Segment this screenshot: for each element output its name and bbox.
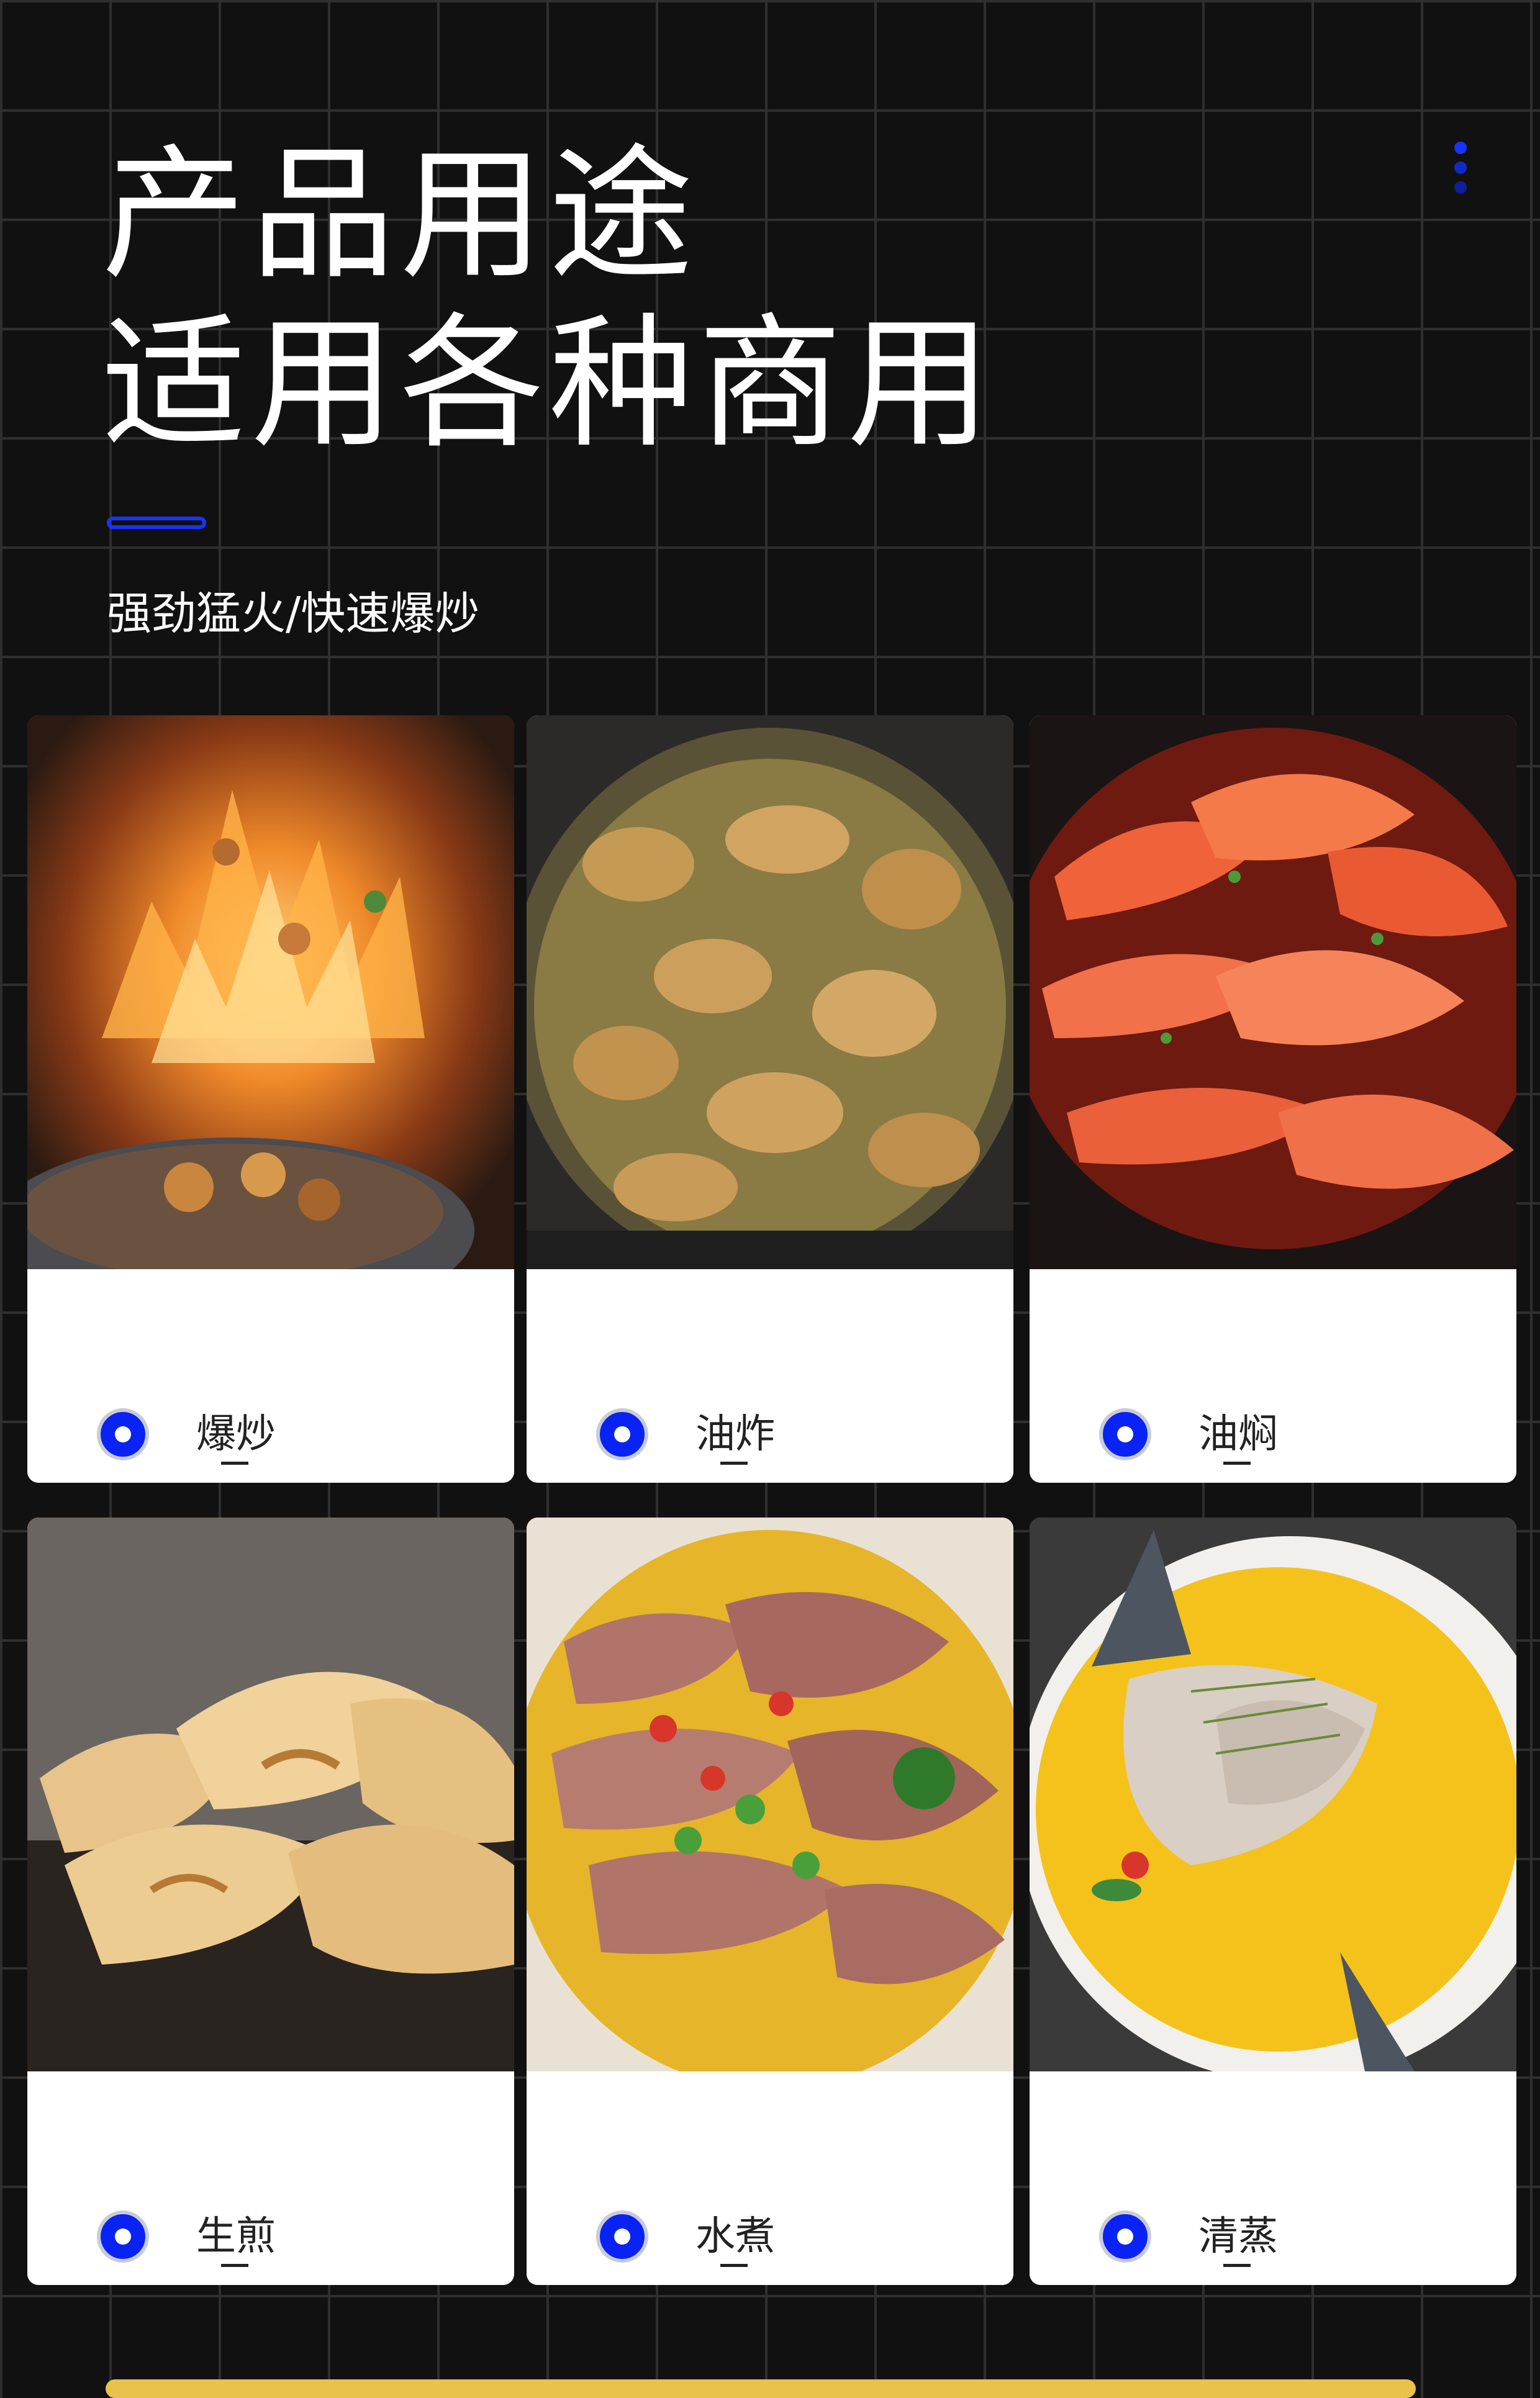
label-underline bbox=[720, 1462, 748, 1465]
boiled-meat-photo bbox=[527, 1518, 1013, 2071]
braised-shrimp-photo bbox=[1030, 715, 1516, 1269]
radio-selected-icon[interactable] bbox=[97, 2210, 149, 2263]
page-title: 产品用途 适用各种商用 bbox=[102, 130, 996, 468]
dumplings-photo bbox=[27, 1518, 514, 2071]
label-underline bbox=[1223, 2264, 1251, 2267]
label-underline bbox=[720, 2264, 748, 2267]
stir-fry-photo bbox=[27, 715, 514, 1269]
card-label-area: 油炸 bbox=[527, 1269, 1013, 1483]
bottom-highlight-bar bbox=[106, 2379, 1416, 2398]
label-underline bbox=[221, 2264, 248, 2267]
page-subtitle: 强劲猛火/快速爆炒 bbox=[107, 587, 480, 640]
accent-divider bbox=[107, 517, 206, 529]
card-label: 水煮 bbox=[695, 2214, 775, 2260]
vertical-dots-icon bbox=[1452, 142, 1469, 204]
usage-card-steam[interactable]: 清蒸 bbox=[1030, 1518, 1516, 2285]
steamed-fish-photo bbox=[1030, 1518, 1516, 2071]
card-label-area: 油焖 bbox=[1030, 1269, 1516, 1483]
radio-selected-icon[interactable] bbox=[596, 1408, 648, 1460]
usage-card-braise[interactable]: 油焖 bbox=[1030, 715, 1516, 1483]
card-label: 生煎 bbox=[196, 2214, 276, 2260]
card-label-area: 水煮 bbox=[527, 2071, 1013, 2285]
card-label: 油炸 bbox=[695, 1411, 775, 1457]
radio-selected-icon[interactable] bbox=[97, 1408, 149, 1460]
card-label: 清蒸 bbox=[1198, 2214, 1278, 2260]
card-label-area: 清蒸 bbox=[1030, 2071, 1516, 2285]
usage-card-deep-fry[interactable]: 油炸 bbox=[527, 715, 1013, 1483]
label-underline bbox=[221, 1462, 248, 1465]
radio-selected-icon[interactable] bbox=[596, 2210, 648, 2263]
title-line-1: 产品用途 bbox=[102, 131, 699, 299]
deep-fry-photo bbox=[527, 715, 1013, 1269]
usage-card-pan-fry[interactable]: 生煎 bbox=[27, 1518, 514, 2285]
card-label: 爆炒 bbox=[196, 1411, 276, 1457]
radio-selected-icon[interactable] bbox=[1099, 2210, 1151, 2263]
usage-card-stir-fry[interactable]: 爆炒 bbox=[27, 715, 514, 1483]
card-label-area: 生煎 bbox=[27, 2071, 514, 2285]
label-underline bbox=[1223, 1462, 1251, 1465]
title-line-2: 适用各种商用 bbox=[102, 300, 997, 468]
radio-selected-icon[interactable] bbox=[1099, 1408, 1151, 1460]
usage-card-boil[interactable]: 水煮 bbox=[527, 1518, 1013, 2285]
card-label: 油焖 bbox=[1198, 1411, 1278, 1457]
card-label-area: 爆炒 bbox=[27, 1269, 514, 1483]
